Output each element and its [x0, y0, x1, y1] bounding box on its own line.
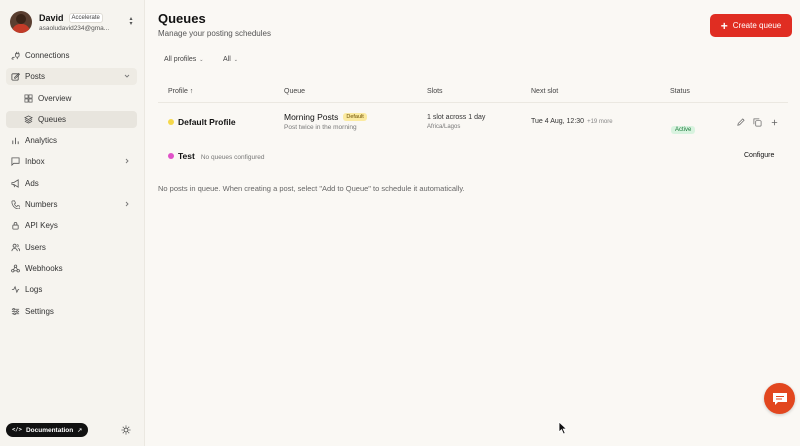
- sidebar-item-label: Webhooks: [25, 263, 63, 273]
- plug-icon: [11, 51, 20, 60]
- sidebar-item-inbox[interactable]: Inbox: [6, 153, 137, 170]
- profile-color-dot: [168, 153, 174, 159]
- sidebar-item-analytics[interactable]: Analytics: [6, 132, 137, 149]
- activity-icon: [11, 286, 20, 294]
- users-icon: [11, 243, 20, 251]
- status-filter-dropdown[interactable]: All ⌄: [223, 56, 238, 63]
- sidebar-item-label: Posts: [25, 72, 46, 82]
- sidebar-item-queues[interactable]: Queues: [6, 110, 137, 128]
- sidebar-item-label: Users: [25, 242, 46, 252]
- queue-name: Morning Posts: [284, 112, 339, 122]
- sidebar-item-label: Ads: [25, 178, 39, 188]
- page-subtitle: Manage your posting schedules: [158, 29, 271, 38]
- lock-icon: [12, 222, 19, 230]
- sidebar-item-users[interactable]: Users: [6, 239, 137, 256]
- chevron-right-icon: [125, 159, 129, 164]
- page-title: Queues: [158, 11, 206, 26]
- sidebar-item-logs[interactable]: Logs: [6, 281, 137, 298]
- mouse-cursor-icon: [558, 421, 568, 435]
- next-slot-time: Tue 4 Aug, 12:30: [531, 118, 585, 125]
- sidebar-item-label: Overview: [38, 93, 72, 103]
- column-header-next-slot: Next slot: [531, 88, 559, 95]
- documentation-label: Documentation: [25, 426, 74, 434]
- plan-badge: Accelerate: [68, 12, 103, 23]
- chat-widget-button[interactable]: [764, 383, 795, 414]
- sidebar-item-ads[interactable]: Ads: [6, 175, 137, 192]
- chevron-down-icon: ⌄: [233, 56, 238, 63]
- account-switcher[interactable]: David Accelerate asaoludavid234@gma... ▴…: [10, 8, 135, 36]
- user-email: asaoludavid234@gma...: [39, 24, 110, 32]
- sidebar-item-label: Connections: [25, 51, 70, 60]
- chevron-up-down-icon: ▴ ▾: [129, 16, 133, 27]
- edit-icon[interactable]: [736, 118, 745, 127]
- queue-description: Post twice in the morning: [284, 124, 357, 131]
- sidebar-item-api-keys[interactable]: API Keys: [6, 217, 137, 234]
- sidebar-item-label: Logs: [25, 285, 43, 295]
- table-divider: [158, 102, 788, 103]
- external-link-icon: ↗: [77, 427, 83, 434]
- sidebar-item-webhooks[interactable]: Webhooks: [6, 260, 137, 277]
- grid-icon: [24, 94, 33, 103]
- column-header-status: Status: [670, 88, 690, 95]
- profile-color-dot: [168, 119, 174, 125]
- sidebar-item-connections[interactable]: Connections: [6, 47, 137, 64]
- sliders-icon: [11, 307, 20, 315]
- sidebar-item-label: Analytics: [25, 136, 58, 146]
- slots-timezone: Africa/Lagos: [427, 124, 461, 130]
- avatar: [10, 11, 32, 33]
- sidebar: David Accelerate asaoludavid234@gma... ▴…: [0, 0, 145, 446]
- sidebar-item-label: Numbers: [25, 200, 58, 210]
- slots-summary: 1 slot across 1 day: [427, 114, 486, 121]
- column-header-profile[interactable]: Profile ↑: [168, 88, 193, 95]
- profile-filter-dropdown[interactable]: All profiles ⌄: [164, 56, 204, 63]
- edit-square-icon: [11, 73, 20, 81]
- chat-bubble-icon: [772, 392, 787, 405]
- chevron-right-icon: [125, 201, 129, 207]
- main-content: Queues Manage your posting schedules + C…: [145, 0, 800, 446]
- sidebar-item-label: API Keys: [25, 221, 58, 231]
- megaphone-icon: [11, 178, 19, 188]
- chevron-down-icon: ⌄: [199, 56, 204, 63]
- copy-icon[interactable]: [753, 118, 762, 127]
- empty-queue-message: No posts in queue. When creating a post,…: [158, 184, 465, 193]
- chart-bar-icon: [12, 137, 19, 145]
- column-header-queue: Queue: [284, 88, 306, 95]
- no-queues-note: No queues configured: [200, 154, 265, 161]
- plus-icon: +: [720, 18, 728, 33]
- sidebar-item-label: Settings: [25, 306, 54, 316]
- create-queue-label: Create queue: [732, 21, 782, 30]
- next-slot-more: +19 more: [587, 119, 613, 125]
- user-name: David: [39, 12, 64, 23]
- profile-filter-value: All profiles: [164, 56, 197, 63]
- sidebar-nav: Connections Posts Overview Queues Analyt…: [6, 47, 137, 324]
- sun-icon[interactable]: [121, 425, 131, 435]
- add-icon[interactable]: [770, 118, 779, 127]
- phone-icon: [11, 200, 20, 210]
- sidebar-item-numbers[interactable]: Numbers: [6, 196, 137, 213]
- profile-name: Default Profile: [178, 117, 236, 127]
- sidebar-item-label: Inbox: [25, 157, 45, 167]
- default-badge: Default: [343, 113, 367, 121]
- sidebar-item-overview[interactable]: Overview: [6, 90, 137, 107]
- code-icon: </>: [12, 427, 22, 433]
- chevron-down-icon: [124, 74, 130, 78]
- sidebar-item-label: Queues: [38, 114, 67, 124]
- webhook-icon: [11, 264, 20, 273]
- message-square-icon: [11, 157, 20, 167]
- sidebar-item-posts[interactable]: Posts: [6, 68, 137, 86]
- profile-name: Test: [178, 151, 195, 161]
- status-badge: Active: [671, 126, 696, 134]
- layers-icon: [24, 115, 33, 124]
- sidebar-item-settings[interactable]: Settings: [6, 303, 137, 320]
- column-header-slots: Slots: [427, 88, 443, 95]
- status-filter-value: All: [223, 56, 231, 63]
- documentation-button[interactable]: </> Documentation ↗: [6, 423, 89, 437]
- create-queue-button[interactable]: + Create queue: [710, 14, 792, 37]
- configure-button[interactable]: Configure: [744, 152, 774, 159]
